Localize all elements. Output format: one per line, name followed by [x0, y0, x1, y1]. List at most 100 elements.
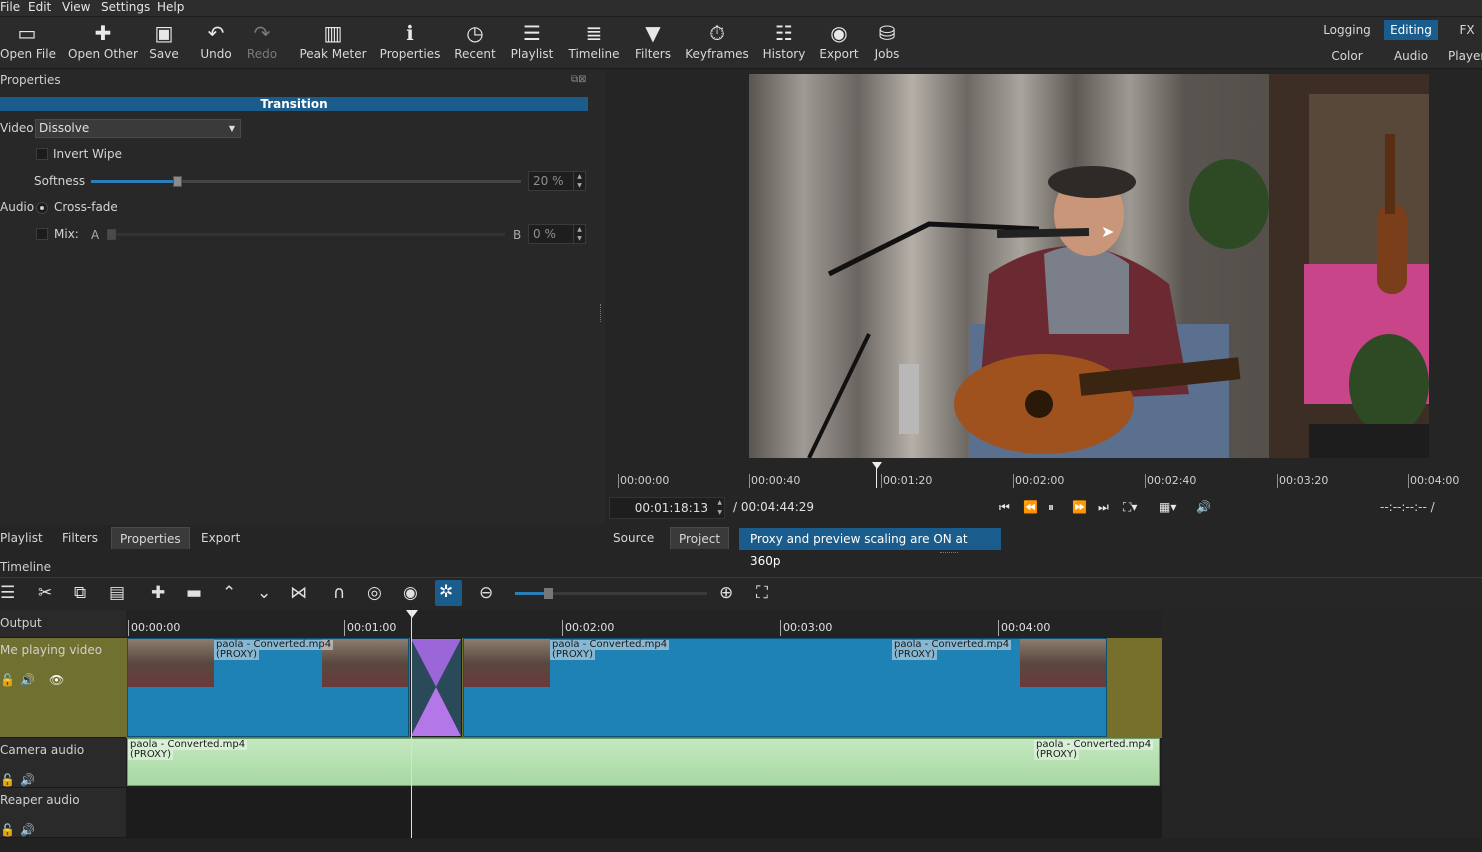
- layout-color[interactable]: Color: [1322, 46, 1372, 66]
- float-close-icons[interactable]: ⧉⊠: [571, 74, 587, 85]
- timeline-playhead-icon[interactable]: [406, 610, 418, 618]
- tab-source[interactable]: Source: [605, 527, 662, 549]
- layout-editing[interactable]: Editing: [1384, 20, 1438, 40]
- layout-logging[interactable]: Logging: [1318, 20, 1376, 40]
- tab-filters[interactable]: Filters: [54, 527, 106, 549]
- keyframes-button[interactable]: ⏱ Keyframes: [684, 17, 750, 67]
- pause-icon[interactable]: ⏸: [1048, 500, 1054, 515]
- menu-help[interactable]: Help: [157, 0, 184, 14]
- splitter-handle[interactable]: [600, 304, 603, 322]
- copy-icon[interactable]: ⧉: [74, 583, 86, 603]
- player-ruler[interactable]: 00:00:00 00:00:40 00:01:20 00:02:00 00:0…: [618, 462, 1482, 490]
- properties-panel: [0, 70, 605, 525]
- playhead-marker-icon[interactable]: [872, 462, 882, 469]
- volume-icon[interactable]: 🔊: [1196, 500, 1211, 514]
- transition-clip[interactable]: [410, 638, 462, 737]
- zoom-fit-icon[interactable]: ⛶▾: [1123, 500, 1137, 515]
- lift-icon[interactable]: ⌃: [222, 583, 236, 603]
- lock-icon[interactable]: 🔓: [0, 773, 15, 787]
- jobs-button[interactable]: ⛁ Jobs: [870, 17, 904, 67]
- skip-previous-icon[interactable]: ⏮: [999, 500, 1010, 515]
- open-other-icon: ✚: [94, 21, 112, 45]
- total-duration: / 00:04:44:29: [733, 500, 815, 514]
- spin-arrows-icon[interactable]: ▲ ▼: [573, 225, 585, 243]
- fast-forward-icon[interactable]: ⏩: [1072, 500, 1087, 514]
- tab-properties[interactable]: Properties: [111, 527, 190, 549]
- mix-spinbox[interactable]: 0 % ▲ ▼: [528, 224, 586, 244]
- camera-audio-track-header[interactable]: Camera audio 🔓 🔊: [0, 738, 126, 788]
- video-track-header[interactable]: Me playing video 🔓 🔊 👁: [0, 638, 126, 738]
- overwrite-icon[interactable]: ⌄: [257, 583, 271, 603]
- output-track-header[interactable]: Output: [0, 610, 126, 638]
- rewind-icon[interactable]: ⏪: [1023, 500, 1038, 514]
- lock-icon[interactable]: 🔓: [0, 673, 15, 687]
- zoom-slider-track[interactable]: [515, 588, 707, 599]
- menu-icon[interactable]: ☰: [0, 583, 15, 603]
- lock-icon[interactable]: 🔓: [0, 823, 15, 837]
- softness-spinbox[interactable]: 20 % ▲ ▼: [528, 171, 586, 191]
- layout-audio[interactable]: Audio: [1386, 46, 1436, 66]
- zoom-out-icon[interactable]: ⊖: [479, 583, 493, 603]
- append-icon[interactable]: ✚: [151, 583, 165, 603]
- softness-slider-track[interactable]: [91, 176, 521, 187]
- timeline-button[interactable]: ≣ Timeline: [566, 17, 622, 67]
- menu-settings[interactable]: Settings: [101, 0, 150, 14]
- crossfade-radio[interactable]: [36, 202, 48, 214]
- ripple-icon[interactable]: ◉: [403, 583, 418, 603]
- paste-icon[interactable]: ▤: [109, 583, 125, 603]
- menu-view[interactable]: View: [62, 0, 90, 14]
- mix-checkbox[interactable]: [36, 228, 48, 240]
- mix-slider-track[interactable]: [107, 229, 505, 240]
- spin-arrows-icon[interactable]: ▲ ▼: [573, 172, 585, 190]
- layout-player[interactable]: Player: [1448, 46, 1482, 66]
- proxy-notice-badge[interactable]: Proxy and preview scaling are ON at 360p: [739, 528, 1001, 568]
- skip-next-icon[interactable]: ⏭: [1098, 500, 1109, 515]
- ripple-all-button[interactable]: ✲: [435, 580, 462, 606]
- audio-clip[interactable]: paola - Converted.mp4 (PROXY) paola - Co…: [127, 738, 1160, 786]
- properties-button[interactable]: ℹ Properties: [378, 17, 442, 67]
- split-icon[interactable]: ⋈: [290, 583, 307, 603]
- timeline-icon: ≣: [585, 21, 603, 45]
- filters-button[interactable]: ▼ Filters: [633, 17, 673, 67]
- layout-fx[interactable]: FX: [1452, 20, 1482, 40]
- playlist-button[interactable]: ☰ Playlist: [509, 17, 555, 67]
- remove-icon[interactable]: ▬: [186, 583, 202, 603]
- history-button[interactable]: ☷ History: [762, 17, 806, 67]
- invert-wipe-checkbox[interactable]: [36, 148, 48, 160]
- zoom-fit-timeline-icon[interactable]: ⛶: [756, 583, 768, 603]
- splitter-handle[interactable]: [940, 552, 958, 553]
- video-clip[interactable]: paola - Converted.mp4 (PROXY): [127, 638, 409, 737]
- video-clip[interactable]: paola - Converted.mp4 (PROXY) paola - Co…: [463, 638, 1107, 737]
- export-button[interactable]: ◉ Export: [818, 17, 860, 67]
- reaper-audio-track-header[interactable]: Reaper audio 🔓 🔊: [0, 788, 126, 838]
- scrub-icon[interactable]: ◎: [367, 583, 382, 603]
- menu-edit[interactable]: Edit: [28, 0, 51, 14]
- recent-button[interactable]: ◷ Recent: [453, 17, 497, 67]
- tab-export[interactable]: Export: [193, 527, 248, 549]
- zoom-slider-handle[interactable]: [544, 588, 553, 599]
- open-other-button[interactable]: ✚ Open Other: [66, 17, 140, 67]
- mix-slider-handle[interactable]: [107, 229, 116, 240]
- undo-button[interactable]: ↶ Undo: [197, 17, 235, 67]
- zoom-in-icon[interactable]: ⊕: [719, 583, 733, 603]
- video-preview[interactable]: ➤: [749, 74, 1429, 458]
- spin-arrows-icon[interactable]: ▲ ▼: [717, 498, 722, 518]
- eye-icon[interactable]: 👁: [49, 673, 64, 687]
- tab-project[interactable]: Project: [670, 527, 730, 549]
- video-transition-select[interactable]: Dissolve ▼: [35, 119, 241, 138]
- snap-icon[interactable]: ∩: [333, 583, 345, 603]
- current-timecode[interactable]: 00:01:18:13 ▲ ▼: [609, 497, 725, 519]
- tab-playlist[interactable]: Playlist: [0, 527, 51, 549]
- menu-file[interactable]: File: [0, 0, 20, 14]
- timeline-scroll-area[interactable]: [0, 838, 1482, 852]
- mute-icon[interactable]: 🔊: [20, 773, 35, 787]
- grid-icon[interactable]: ▦▾: [1159, 500, 1176, 514]
- mute-icon[interactable]: 🔊: [20, 823, 35, 837]
- softness-slider-handle[interactable]: [173, 176, 182, 187]
- mute-icon[interactable]: 🔊: [20, 673, 35, 687]
- save-button[interactable]: ▣ Save: [145, 17, 183, 67]
- peak-meter-button[interactable]: ▥ Peak Meter: [298, 17, 368, 67]
- cut-icon[interactable]: ✂: [38, 583, 52, 603]
- redo-button[interactable]: ↷ Redo: [243, 17, 281, 67]
- open-file-button[interactable]: ▭ Open File: [0, 17, 56, 67]
